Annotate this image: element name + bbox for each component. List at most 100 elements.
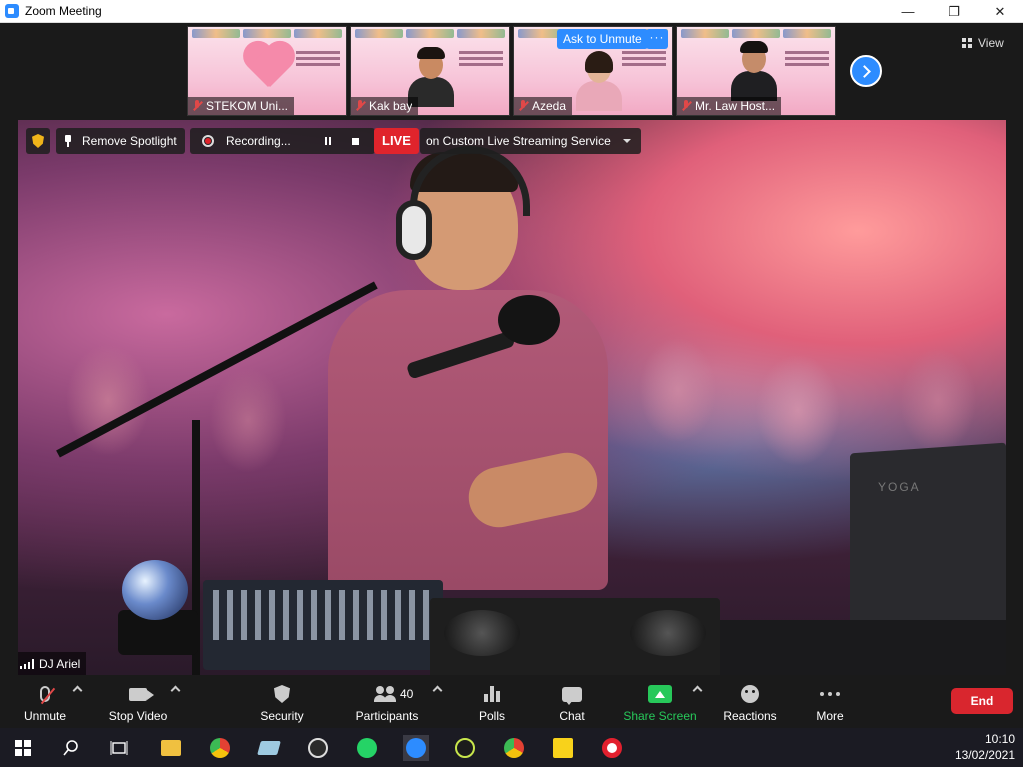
close-button[interactable]: ✕ [977, 0, 1023, 23]
laptop-base-graphic [718, 620, 1006, 675]
participants-count: 40 [400, 687, 414, 701]
event-banner [192, 29, 342, 38]
participant-thumbnail[interactable]: STEKOM Uni... [187, 26, 347, 116]
recording-indicator: Recording... [190, 128, 375, 154]
participant-more-button[interactable]: ··· [646, 29, 668, 49]
speaker-name: DJ Ariel [39, 656, 81, 671]
stop-recording-button[interactable] [343, 131, 369, 151]
task-view-icon [110, 741, 128, 755]
minimize-button[interactable]: — [885, 0, 931, 23]
event-banner [681, 29, 831, 38]
security-badge[interactable] [26, 128, 50, 154]
event-text-graphic [622, 51, 666, 77]
whatsapp-taskbar-icon[interactable] [354, 735, 380, 761]
gallery-grid-icon [962, 38, 972, 48]
unmute-label: Unmute [23, 709, 67, 723]
shield-icon [274, 685, 290, 703]
chat-button[interactable]: Chat [557, 675, 587, 728]
reactions-label: Reactions [723, 709, 777, 723]
video-camera-icon [129, 687, 147, 701]
windows-logo-icon [15, 740, 31, 756]
zoom-app-icon [5, 4, 19, 18]
participant-namebar: Kak bay [351, 97, 419, 115]
unmute-button[interactable]: Unmute [22, 675, 68, 728]
chrome-taskbar-icon[interactable] [207, 735, 233, 761]
end-meeting-button[interactable]: End [951, 688, 1013, 714]
search-icon [63, 740, 78, 756]
participant-name: Azeda [532, 99, 567, 113]
reactions-button[interactable]: Reactions [722, 675, 778, 728]
zoom-taskbar-icon[interactable] [403, 735, 429, 761]
clock-time: 10:10 [984, 732, 1015, 746]
maximize-button[interactable]: ❐ [931, 0, 977, 23]
share-screen-label: Share Screen [623, 709, 697, 723]
chrome-taskbar-icon[interactable] [501, 735, 527, 761]
sticky-notes-taskbar-icon[interactable] [550, 735, 576, 761]
event-banner [355, 29, 505, 38]
event-text-graphic [459, 51, 503, 77]
next-page-button[interactable] [850, 55, 882, 87]
share-screen-button[interactable]: Share Screen [623, 675, 697, 728]
clock-date: 13/02/2021 [954, 748, 1015, 762]
app-taskbar-icon[interactable] [256, 735, 282, 761]
security-button[interactable]: Security [258, 675, 306, 728]
participant-thumbnail[interactable]: Kak bay [350, 26, 510, 116]
ellipsis-icon [820, 692, 840, 696]
signal-strength-icon [20, 658, 34, 669]
audio-mixer [203, 580, 443, 670]
stream-service-dropdown[interactable]: on Custom Live Streaming Service [420, 128, 641, 154]
microphone-muted-icon [40, 686, 56, 705]
video-options-caret[interactable] [170, 685, 181, 696]
chevron-down-icon [622, 139, 631, 143]
pause-recording-button[interactable] [315, 131, 341, 151]
mic-muted-icon [518, 100, 528, 112]
heart-graphic [240, 43, 296, 91]
view-label: View [978, 36, 1004, 50]
window-title: Zoom Meeting [25, 4, 102, 18]
audio-options-caret[interactable] [72, 685, 83, 696]
stop-video-button[interactable]: Stop Video [106, 675, 170, 728]
meeting-stage: STEKOM Uni... Kak bay Ask to Unmute ··· [0, 23, 1023, 675]
spotlight-video: YOGA Remove Spotlight Recording... LIVE … [18, 120, 1006, 675]
event-text-graphic [785, 51, 829, 77]
polls-button[interactable]: Polls [476, 675, 508, 728]
stream-service-label: on Custom Live Streaming Service [426, 134, 611, 148]
remove-spotlight-button[interactable]: Remove Spotlight [56, 128, 185, 154]
participant-name: STEKOM Uni... [206, 99, 289, 113]
participant-thumbnail[interactable]: Mr. Law Host... [676, 26, 836, 116]
ask-to-unmute-button[interactable]: Ask to Unmute [557, 29, 648, 49]
system-clock[interactable]: 10:10 13/02/2021 [955, 731, 1015, 763]
security-label: Security [260, 709, 304, 723]
view-button[interactable]: View [962, 33, 1004, 53]
participant-video [731, 41, 777, 101]
pause-icon [324, 137, 331, 145]
task-view-button[interactable] [106, 735, 132, 761]
share-screen-icon [648, 685, 672, 703]
participants-options-caret[interactable] [432, 685, 443, 696]
participant-namebar: Azeda [514, 97, 573, 115]
shield-icon [32, 134, 44, 148]
start-button[interactable] [10, 735, 36, 761]
smiley-add-icon [741, 685, 759, 703]
app-taskbar-icon[interactable] [452, 735, 478, 761]
opera-taskbar-icon[interactable] [599, 735, 625, 761]
taskbar-search-button[interactable] [58, 735, 84, 761]
live-badge: LIVE [374, 128, 419, 154]
more-button[interactable]: More [814, 675, 846, 728]
participants-label: Participants [355, 709, 419, 723]
chat-label: Chat [559, 709, 585, 723]
bar-chart-icon [484, 686, 500, 702]
pin-icon [64, 135, 72, 147]
participants-icon [374, 686, 400, 702]
meeting-toolbar: Unmute Stop Video Security 40 Participan… [0, 675, 1023, 728]
chat-bubble-icon [562, 686, 582, 705]
recording-label: Recording... [226, 134, 291, 148]
participant-video [576, 51, 622, 111]
participant-thumbnail[interactable]: Ask to Unmute ··· Azeda [513, 26, 673, 116]
event-text-graphic [296, 51, 340, 77]
microphone-head [498, 295, 560, 345]
remove-spotlight-label: Remove Spotlight [82, 134, 177, 148]
file-explorer-taskbar-icon[interactable] [158, 735, 184, 761]
participants-button[interactable]: 40 Participants [354, 675, 420, 728]
obs-taskbar-icon[interactable] [305, 735, 331, 761]
